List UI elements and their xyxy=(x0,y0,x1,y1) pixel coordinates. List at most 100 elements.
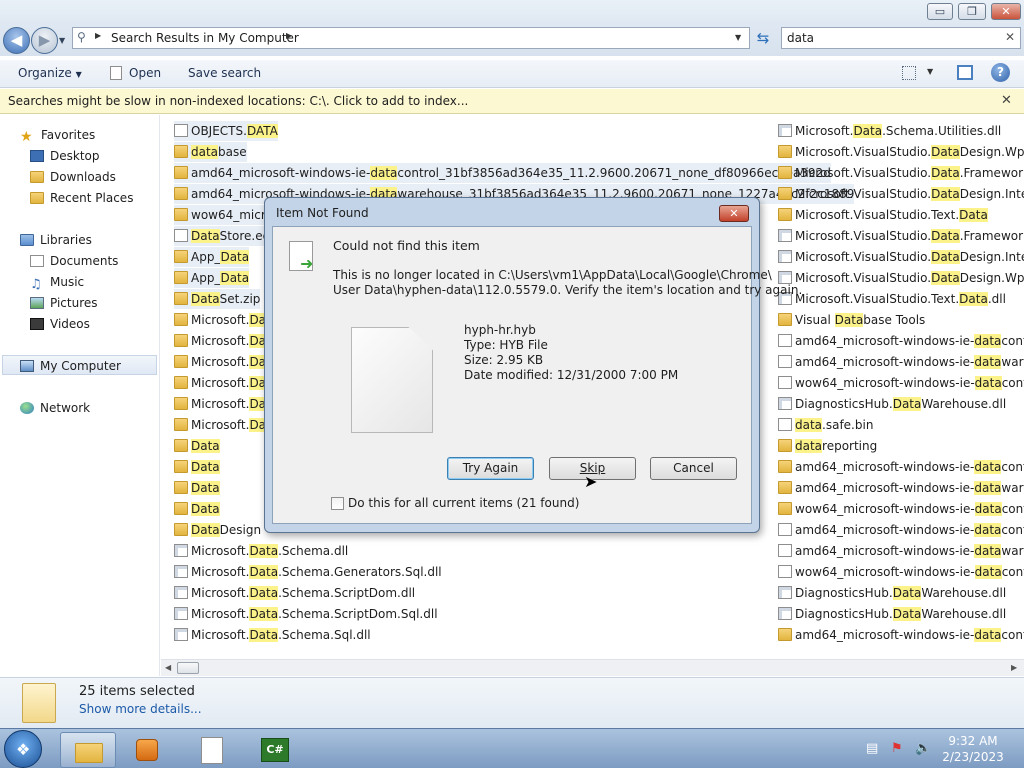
save-search-button[interactable]: Save search xyxy=(188,66,261,80)
scroll-left-icon[interactable]: ◀ xyxy=(165,663,171,672)
nav-desktop[interactable]: Desktop xyxy=(30,146,100,166)
view-options-icon[interactable] xyxy=(902,66,916,80)
file-item[interactable]: DataDesign xyxy=(174,520,261,540)
minimize-button[interactable]: ▭ xyxy=(927,3,953,20)
file-item[interactable]: Microsoft.VisualStudio.DataDesign.WpfDat… xyxy=(778,142,1024,162)
file-item[interactable]: wow64_micro xyxy=(174,205,273,225)
index-warning-bar[interactable]: Searches might be slow in non-indexed lo… xyxy=(0,89,1024,114)
file-item[interactable]: Data xyxy=(174,457,220,477)
refresh-icon[interactable]: ⇆ xyxy=(753,28,773,48)
file-item[interactable]: Microsoft.VisualStudio.Text.Data xyxy=(778,205,988,225)
preview-pane-icon[interactable] xyxy=(957,65,973,80)
file-item[interactable]: amd64_microsoft-windows-ie-datacontrol_ xyxy=(778,457,1024,477)
file-item[interactable]: DiagnosticsHub.DataWarehouse.dll xyxy=(778,604,1006,624)
apply-all-label[interactable]: Do this for all current items (21 found) xyxy=(348,496,579,510)
file-item[interactable]: Data xyxy=(174,436,220,456)
file-item[interactable]: Microsoft.Data xyxy=(174,394,279,414)
file-item[interactable]: amd64_microsoft-windows-ie-datacontrol_ xyxy=(778,625,1024,645)
file-item[interactable]: DataStore.edb xyxy=(174,226,278,246)
file-item[interactable]: amd64_microsoft-windows-ie-datacontrol_3… xyxy=(174,163,831,183)
taskbar-csharp-button[interactable]: C# xyxy=(247,732,303,768)
file-item[interactable]: Microsoft.Data xyxy=(174,310,279,330)
file-item[interactable]: database xyxy=(174,142,247,162)
file-item[interactable]: wow64_microsoft-windows-ie-datacontrol_ xyxy=(778,499,1024,519)
maximize-button[interactable]: ❐ xyxy=(958,3,986,20)
breadcrumb-chevron-icon[interactable]: ▶ xyxy=(95,31,101,40)
file-item[interactable]: Microsoft.Data xyxy=(174,331,279,351)
view-dropdown-icon[interactable]: ▼ xyxy=(927,67,933,76)
nav-my-computer[interactable]: My Computer xyxy=(2,355,157,375)
file-item[interactable]: App_Data xyxy=(174,247,250,267)
file-item[interactable]: amd64_microsoft-windows-ie-datacontrol_ xyxy=(778,331,1024,351)
address-dropdown-icon[interactable]: ▼ xyxy=(735,33,741,42)
taskbar-notepad-button[interactable] xyxy=(183,732,239,768)
file-item[interactable]: Microsoft.Data.Schema.Utilities.dll xyxy=(778,121,1001,141)
file-item[interactable]: Visual Database Tools xyxy=(778,310,925,330)
nav-documents[interactable]: Documents xyxy=(30,251,118,271)
nav-network[interactable]: Network xyxy=(20,398,90,418)
address-bar[interactable]: ⚲ ▶ Search Results in My Computer ▶ ▼ xyxy=(72,27,750,49)
network-tray-icon[interactable]: ▤ xyxy=(866,741,878,756)
file-item[interactable]: DataSet.zip xyxy=(174,289,261,309)
nav-music[interactable]: ♫ Music xyxy=(30,272,84,292)
open-button[interactable]: Open xyxy=(110,66,161,80)
file-item[interactable]: Microsoft.VisualStudio.DataDesign.Interf… xyxy=(778,247,1024,267)
file-item[interactable]: Microsoft.VisualStudio.Data.Framework.dl… xyxy=(778,226,1024,246)
nav-favorites[interactable]: ★ Favorites xyxy=(20,125,95,145)
file-item[interactable]: Microsoft.Data.Schema.Generators.Sql.dll xyxy=(174,562,442,582)
file-item[interactable]: Microsoft.VisualStudio.Data.Framework xyxy=(778,163,1024,183)
file-item[interactable]: Microsoft.Data.Schema.ScriptDom.dll xyxy=(174,583,415,603)
try-again-button[interactable]: Try Again xyxy=(447,457,534,480)
close-button[interactable]: ✕ xyxy=(991,3,1021,20)
file-item[interactable]: wow64_microsoft-windows-ie-datacontrol_ xyxy=(778,562,1024,582)
file-item[interactable]: Microsoft.Data xyxy=(174,352,279,372)
file-item[interactable]: DiagnosticsHub.DataWarehouse.dll xyxy=(778,583,1006,603)
help-icon[interactable]: ? xyxy=(991,63,1010,82)
dialog-close-button[interactable]: ✕ xyxy=(719,205,749,222)
show-more-details-link[interactable]: Show more details... xyxy=(79,702,202,716)
file-item[interactable]: Microsoft.Data.Schema.Sql.dll xyxy=(174,625,371,645)
nav-downloads[interactable]: Downloads xyxy=(30,167,116,187)
nav-libraries[interactable]: Libraries xyxy=(20,230,92,250)
address-path[interactable]: Search Results in My Computer xyxy=(111,31,299,45)
file-item[interactable]: amd64_microsoft-windows-ie-datawarehouse xyxy=(778,541,1024,561)
file-item[interactable]: amd64_microsoft-windows-ie-datawarehouse xyxy=(778,352,1024,372)
file-item[interactable]: Data xyxy=(174,499,220,519)
index-warning-text[interactable]: Searches might be slow in non-indexed lo… xyxy=(8,94,468,108)
taskbar-explorer-button[interactable] xyxy=(60,732,116,768)
nav-pictures[interactable]: Pictures xyxy=(30,293,98,313)
forward-button[interactable]: ▶ xyxy=(31,27,58,54)
file-item[interactable]: Microsoft.Data.Schema.ScriptDom.Sql.dll xyxy=(174,604,438,624)
breadcrumb-chevron-icon[interactable]: ▶ xyxy=(286,31,292,40)
organize-button[interactable]: Organize ▼ xyxy=(18,66,82,82)
nav-recent-places[interactable]: Recent Places xyxy=(30,188,133,208)
file-item[interactable]: data.safe.bin xyxy=(778,415,873,435)
back-button[interactable]: ◀ xyxy=(3,27,30,54)
scroll-right-icon[interactable]: ▶ xyxy=(1011,663,1017,672)
file-item[interactable]: Microsoft.VisualStudio.DataDesign.Interf… xyxy=(778,184,1024,204)
start-button[interactable]: ❖ xyxy=(4,730,42,768)
search-box[interactable]: data ✕ xyxy=(781,27,1021,49)
file-item[interactable]: OBJECTS.DATA xyxy=(174,121,278,141)
cancel-button[interactable]: Cancel xyxy=(650,457,737,480)
file-item[interactable]: amd64_microsoft-windows-ie-datacontrol_ xyxy=(778,520,1024,540)
search-input[interactable]: data xyxy=(787,31,814,45)
clear-search-icon[interactable]: ✕ xyxy=(1005,30,1015,44)
nav-videos[interactable]: Videos xyxy=(30,314,90,334)
file-item[interactable]: Microsoft.VisualStudio.Text.Data.dll xyxy=(778,289,1006,309)
file-item[interactable]: DiagnosticsHub.DataWarehouse.dll xyxy=(778,394,1006,414)
taskbar-media-player-button[interactable] xyxy=(120,732,176,768)
file-item[interactable]: wow64_microsoft-windows-ie-datacontrol_ xyxy=(778,373,1024,393)
clock-time[interactable]: 9:32 AM xyxy=(938,734,1008,748)
close-infobar-icon[interactable]: ✕ xyxy=(1001,93,1012,108)
file-item[interactable]: Microsoft.VisualStudio.DataDesign.WpfDat… xyxy=(778,268,1024,288)
volume-icon[interactable]: 🔈 xyxy=(915,741,931,756)
file-item[interactable]: datareporting xyxy=(778,436,877,456)
scroll-thumb[interactable] xyxy=(177,662,199,674)
action-center-icon[interactable]: ⚑ xyxy=(891,741,903,756)
file-item[interactable]: amd64_microsoft-windows-ie-datawarehouse xyxy=(778,478,1024,498)
file-item[interactable]: Data xyxy=(174,478,220,498)
recent-pages-dropdown-icon[interactable]: ▼ xyxy=(59,36,65,45)
horizontal-scrollbar[interactable]: ◀ ▶ xyxy=(161,659,1024,676)
file-item[interactable]: Microsoft.Data xyxy=(174,373,279,393)
